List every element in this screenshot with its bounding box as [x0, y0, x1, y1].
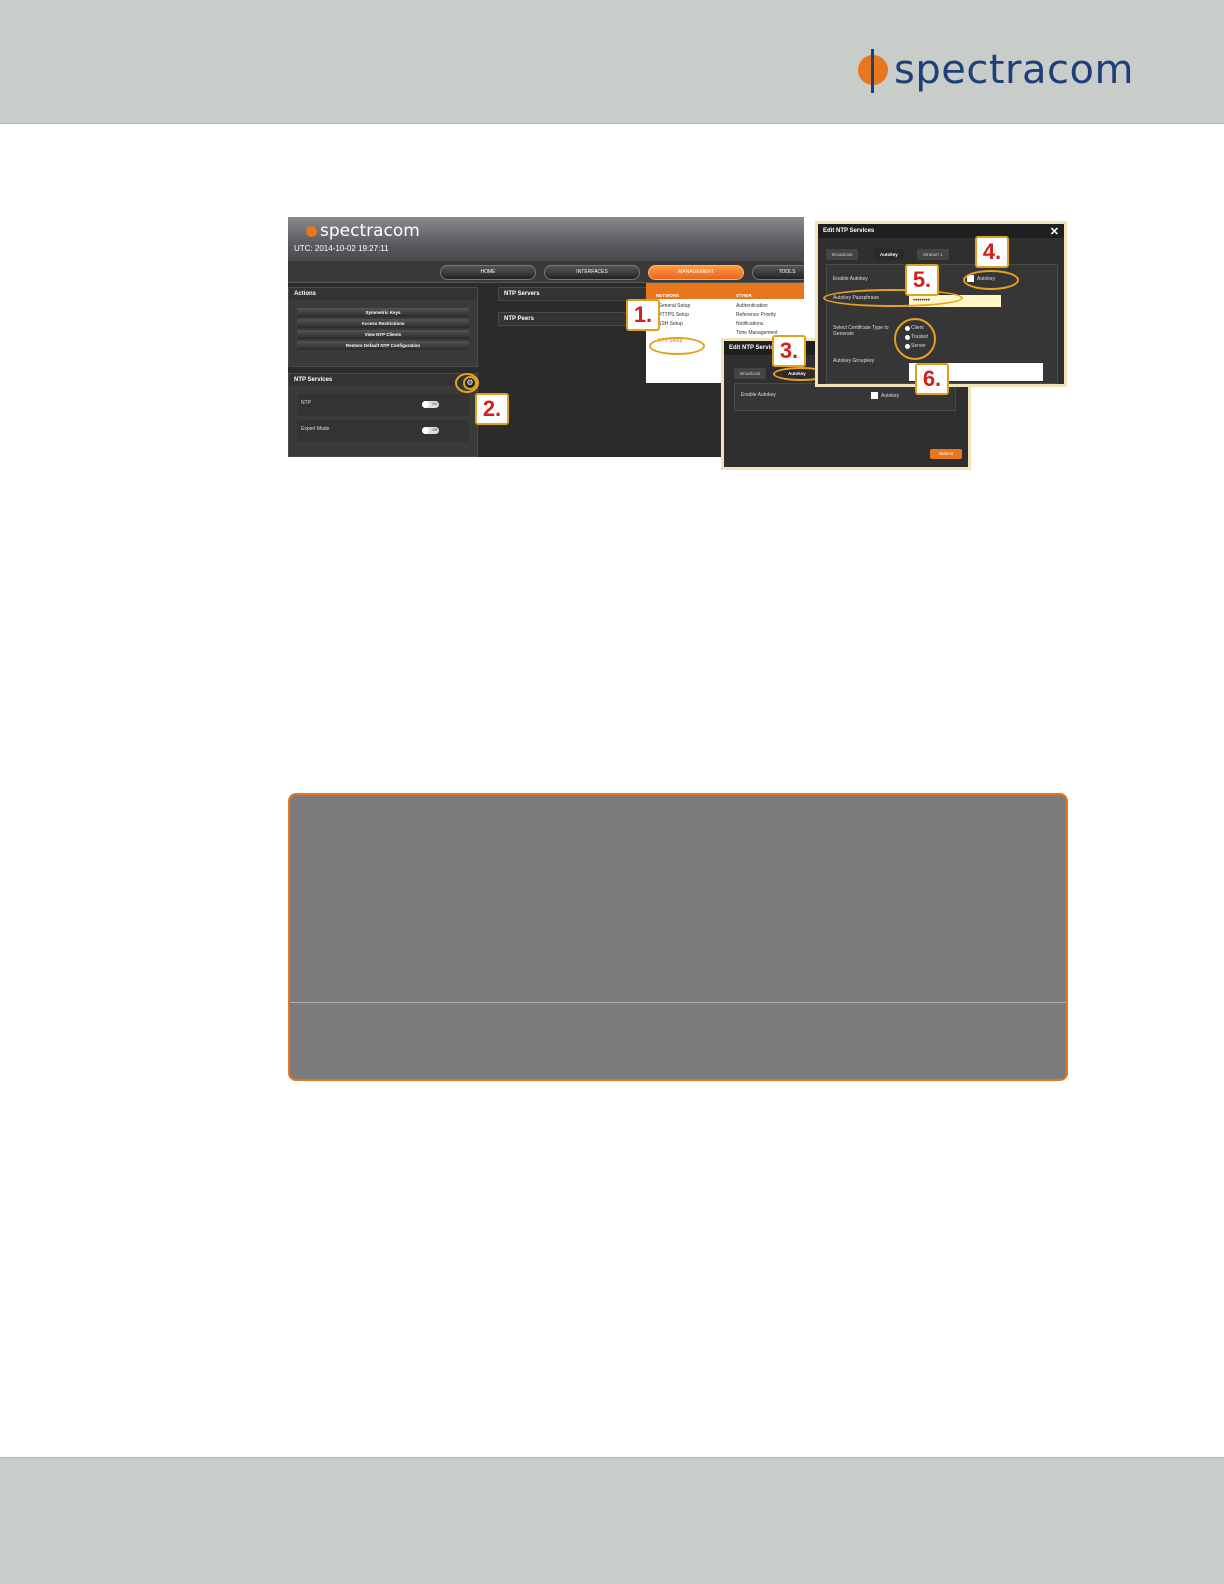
spectracom-logo-icon: [306, 225, 317, 237]
enable-autokey-label: Enable Autokey: [741, 392, 776, 398]
document-page: spectracom spectracom UTC: 2014-10-02 19…: [0, 0, 1224, 1584]
view-ntp-clients-button[interactable]: View NTP Clients: [297, 330, 469, 339]
network-header: NETWORK: [656, 293, 680, 298]
callout-step-5: 5.: [905, 264, 939, 296]
menu-ssh-setup[interactable]: SSH Setup: [658, 321, 683, 327]
cert-type-label: Select Certificate Type to Generate: [833, 325, 889, 337]
screenshot-topbar: spectracom UTC: 2014-10-02 19:27:11: [288, 217, 804, 261]
service-label: NTP: [301, 400, 311, 406]
tab-stratum-1[interactable]: Stratum 1: [917, 249, 949, 260]
access-restrictions-button[interactable]: Access Restrictions: [297, 319, 469, 328]
ntp-services-panel: NTP Services NTP On Expert Mode Off: [288, 373, 478, 457]
menu-authentication[interactable]: Authentication: [736, 303, 768, 309]
tab-broadcast[interactable]: Broadcast: [734, 368, 767, 379]
ntp-servers-title: NTP Servers: [499, 288, 647, 300]
utc-clock: UTC: 2014-10-02 19:27:11: [294, 244, 389, 253]
callout-step-1: 1.: [626, 299, 660, 331]
tab-autokey[interactable]: Autokey: [874, 249, 904, 260]
main-nav: HOME INTERFACES MANAGEMENT TOOLS: [288, 261, 804, 283]
nav-tools[interactable]: TOOLS: [752, 265, 804, 280]
autokey-checkbox[interactable]: [871, 392, 878, 399]
passphrase-highlight: [823, 289, 963, 307]
nav-management[interactable]: MANAGEMENT: [648, 265, 744, 280]
brand-logo: spectracom: [858, 47, 1134, 93]
page-header: spectracom: [0, 0, 1224, 124]
callout-step-2: 2.: [475, 393, 509, 425]
symmetric-keys-button[interactable]: Symmetric Keys: [297, 308, 469, 317]
enable-autokey-label: Enable Autokey: [833, 276, 868, 282]
service-row-expert-mode: Expert Mode Off: [297, 420, 469, 442]
note-divider: [290, 1002, 1066, 1003]
ntp-toggle[interactable]: On: [422, 401, 439, 408]
callout-step-3: 3.: [772, 335, 806, 367]
screenshot-logo: spectracom: [306, 221, 420, 241]
menu-time-management[interactable]: Time Management: [736, 330, 778, 336]
screenshot-logo-text: spectracom: [320, 221, 420, 241]
submit-button[interactable]: Submit: [930, 449, 962, 459]
tab-broadcast[interactable]: Broadcast: [826, 249, 859, 260]
restore-default-ntp-button[interactable]: Restore Default NTP Configuration: [297, 341, 469, 350]
nav-home[interactable]: HOME: [440, 265, 536, 280]
menu-reference-priority[interactable]: Reference Priority: [736, 312, 776, 318]
dialog-title-text: Edit NTP Services: [823, 228, 875, 234]
expert-mode-toggle[interactable]: Off: [422, 427, 439, 434]
dialog-title: Edit NTP Services ✕: [818, 224, 1064, 238]
callout-step-6: 6.: [915, 363, 949, 395]
cert-type-highlight: [894, 318, 936, 360]
note-box: [288, 793, 1068, 1081]
brand-name: spectracom: [894, 47, 1134, 93]
autokey-checkbox-label: Autokey: [881, 393, 900, 399]
nav-interfaces[interactable]: INTERFACES: [544, 265, 640, 280]
actions-title: Actions: [289, 288, 477, 300]
autokey-checkbox-highlight: [963, 270, 1019, 290]
actions-panel: Actions Symmetric Keys Access Restrictio…: [288, 287, 478, 367]
menu-https-setup[interactable]: HTTPS Setup: [658, 312, 689, 318]
menu-general-setup[interactable]: General Setup: [658, 303, 690, 309]
close-icon[interactable]: ✕: [1050, 225, 1059, 238]
callout-step-4: 4.: [975, 236, 1009, 268]
ntp-setup-highlight: [649, 337, 705, 355]
groupkey-label: Autokey Groupkey: [833, 358, 875, 364]
service-row-ntp: NTP On: [297, 394, 469, 416]
page-footer: [0, 1457, 1224, 1584]
ntp-services-title: NTP Services: [289, 374, 477, 386]
spectracom-logo-icon: [858, 49, 888, 93]
other-header: OTHER: [736, 293, 752, 298]
menu-notifications[interactable]: Notifications: [736, 321, 763, 327]
gear-highlight: [455, 373, 479, 393]
ntp-peers-title: NTP Peers: [499, 313, 647, 325]
ntp-servers-panel: NTP Servers: [498, 287, 648, 301]
service-label: Expert Mode: [301, 426, 330, 432]
